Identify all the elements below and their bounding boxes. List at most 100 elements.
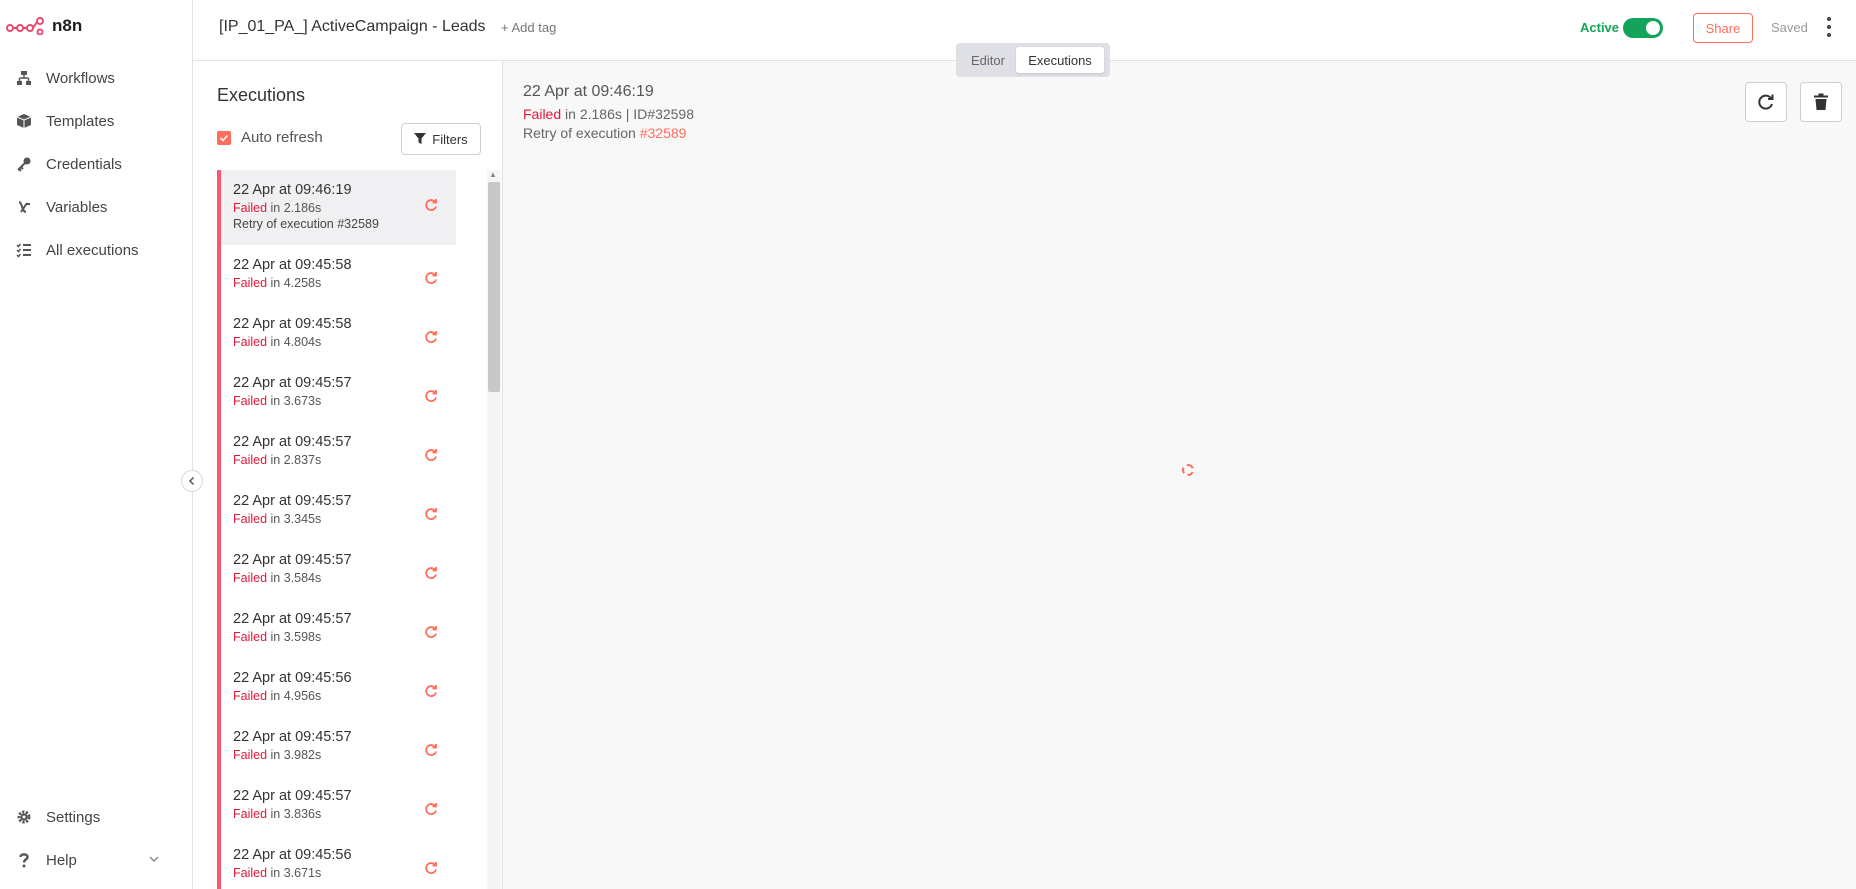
delete-button[interactable]	[1800, 82, 1842, 122]
execution-status: Failed	[233, 630, 268, 644]
execution-status: Failed	[233, 689, 268, 703]
gear-icon	[17, 810, 31, 824]
execution-duration: in 3.836s	[270, 807, 322, 821]
execution-list-item[interactable]: 22 Apr at 09:45:58 Failed in 4.258s	[217, 245, 456, 304]
retry-icon[interactable]	[424, 330, 438, 344]
execution-status: Failed	[233, 571, 268, 585]
filters-label: Filters	[432, 131, 468, 147]
retry-icon[interactable]	[424, 743, 438, 757]
execution-list-item[interactable]: 22 Apr at 09:45:57 Failed in 3.584s	[217, 540, 456, 599]
execution-time: 22 Apr at 09:45:58	[233, 257, 352, 273]
execution-time: 22 Apr at 09:45:57	[233, 493, 352, 509]
execution-list-item[interactable]: 22 Apr at 09:45:57 Failed in 3.836s	[217, 776, 456, 835]
execution-detail: 22 Apr at 09:46:19 Failed in 2.186s | ID…	[503, 61, 1856, 889]
execution-list-item[interactable]: 22 Apr at 09:45:57 Failed in 3.673s	[217, 363, 456, 422]
execution-duration: in 3.982s	[270, 748, 322, 762]
logo-text: n8n	[52, 16, 83, 35]
execution-list-item[interactable]: 22 Apr at 09:45:56 Failed in 3.671s	[217, 835, 456, 889]
retry-icon[interactable]	[424, 389, 438, 403]
saved-status: Saved	[1771, 20, 1808, 35]
sidebar-item-label: Settings	[46, 808, 101, 826]
sidebar: n8n Workflows Templates Credentials Vari…	[0, 0, 193, 889]
retry-icon[interactable]	[424, 507, 438, 521]
execution-duration: in 3.671s	[270, 866, 322, 880]
execution-list-item[interactable]: 22 Apr at 09:45:56 Failed in 4.956s	[217, 658, 456, 717]
tasks-icon	[16, 243, 31, 258]
sidebar-item-all-executions[interactable]: All executions	[16, 238, 139, 262]
execution-status-line: Failed in 4.258s	[233, 276, 456, 290]
execution-status-line: Failed in 3.345s	[233, 512, 456, 526]
execution-duration: in 3.345s	[270, 512, 322, 526]
retry-icon[interactable]	[424, 802, 438, 816]
tab-executions[interactable]: Executions	[1016, 47, 1104, 73]
dot	[1827, 17, 1831, 21]
execution-status: Failed	[233, 394, 268, 408]
active-label: Active	[1580, 20, 1620, 35]
sidebar-item-workflows[interactable]: Workflows	[16, 66, 115, 90]
share-button[interactable]: Share	[1693, 13, 1753, 43]
execution-status-line: Failed in 3.584s	[233, 571, 456, 585]
scroll-up-arrow-icon[interactable]: ▲	[489, 170, 497, 179]
scroll-thumb[interactable]	[488, 182, 500, 392]
execution-list-item[interactable]: 22 Apr at 09:45:57 Failed in 2.837s	[217, 422, 456, 481]
auto-refresh-checkbox[interactable]: Auto refresh	[217, 129, 323, 146]
detail-duration: in 2.186s |	[561, 106, 634, 122]
retry-execution-link[interactable]: #32589	[640, 125, 687, 141]
logo[interactable]: n8n	[6, 16, 82, 36]
execution-list-item[interactable]: 22 Apr at 09:45:57 Failed in 3.345s	[217, 481, 456, 540]
sidebar-item-templates[interactable]: Templates	[16, 109, 114, 133]
execution-time: 22 Apr at 09:45:57	[233, 434, 352, 450]
execution-duration: in 4.956s	[270, 689, 322, 703]
execution-duration: in 3.673s	[270, 394, 322, 408]
execution-status-line: Failed in 3.598s	[233, 630, 456, 644]
filters-button[interactable]: Filters	[401, 123, 481, 155]
execution-list-item[interactable]: 22 Apr at 09:45:57 Failed in 3.982s	[217, 717, 456, 776]
sidebar-item-settings[interactable]: Settings	[16, 805, 100, 829]
retry-icon[interactable]	[424, 625, 438, 639]
dot	[1827, 33, 1831, 37]
execution-list-item[interactable]: 22 Apr at 09:46:19 Failed in 2.186s Retry …	[217, 170, 456, 245]
execution-list-item[interactable]: 22 Apr at 09:45:58 Failed in 4.804s	[217, 304, 456, 363]
refresh-icon	[1758, 94, 1774, 110]
sidebar-item-help[interactable]: Help	[16, 848, 77, 872]
sidebar-item-variables[interactable]: Variables	[16, 195, 107, 219]
more-menu-button[interactable]	[1825, 17, 1833, 37]
execution-status-line: Failed in 3.671s	[233, 866, 456, 880]
detail-retry-line: Retry of execution #32589	[523, 125, 686, 141]
executions-panel: Executions Auto refresh Filters 22 Apr a…	[193, 61, 503, 889]
retry-icon[interactable]	[424, 566, 438, 580]
execution-duration: in 4.804s	[270, 335, 322, 349]
trash-icon	[1814, 93, 1828, 110]
sidebar-item-credentials[interactable]: Credentials	[16, 152, 122, 176]
sidebar-item-label: Templates	[46, 112, 115, 130]
add-tag-button[interactable]: + Add tag	[501, 20, 556, 35]
execution-status: Failed	[233, 453, 268, 467]
execution-status-line: Failed in 3.982s	[233, 748, 456, 762]
workflow-title[interactable]: [IP_01_PA_] ActiveCampaign - Leads	[219, 18, 486, 36]
retry-icon[interactable]	[424, 448, 438, 462]
sidebar-item-label: Workflows	[46, 69, 115, 87]
scrollbar[interactable]: ▲	[487, 170, 501, 889]
execution-status: Failed	[233, 276, 268, 290]
chevron-left-icon	[188, 476, 195, 486]
retry-icon[interactable]	[424, 684, 438, 698]
detail-id: ID#32598	[633, 106, 694, 122]
checkbox-checked[interactable]	[217, 130, 231, 145]
chevron-down-icon[interactable]	[148, 853, 160, 865]
active-toggle[interactable]	[1623, 18, 1663, 38]
detail-status: Failed	[523, 106, 562, 122]
tab-editor[interactable]: Editor	[960, 47, 1016, 73]
executions-heading: Executions	[217, 85, 306, 105]
execution-duration: in 3.584s	[270, 571, 322, 585]
retry-button[interactable]	[1745, 82, 1787, 122]
execution-status-line: Failed in 4.804s	[233, 335, 456, 349]
retry-icon[interactable]	[424, 198, 438, 212]
execution-status: Failed	[233, 866, 268, 880]
retry-icon[interactable]	[424, 861, 438, 875]
execution-list-item[interactable]: 22 Apr at 09:45:57 Failed in 3.598s	[217, 599, 456, 658]
retry-icon[interactable]	[424, 271, 438, 285]
execution-time: 22 Apr at 09:45:57	[233, 611, 352, 627]
view-switch: Editor Executions	[956, 43, 1110, 77]
question-icon	[19, 853, 29, 868]
collapse-sidebar-button[interactable]	[181, 470, 203, 492]
